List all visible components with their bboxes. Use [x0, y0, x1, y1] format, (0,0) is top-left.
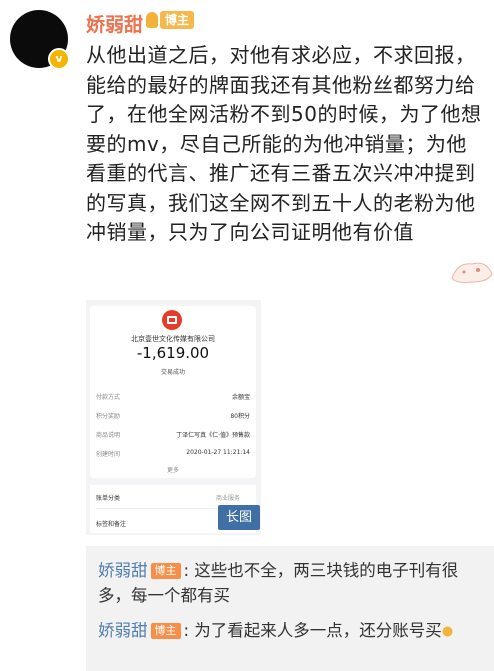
sticker-icon — [451, 262, 493, 283]
tags-label: 标签和备注 — [96, 521, 127, 528]
detail-label: 付款方式 — [96, 394, 121, 401]
blogger-badge: 博主 — [150, 563, 181, 579]
comment-username[interactable]: 娇弱甜 — [98, 621, 148, 640]
comment-item[interactable]: 娇弱甜 博主: 为了看起来人多一点，还分账号买● — [98, 618, 478, 644]
comment-text: : 为了看起来人多一点，还分账号买 — [183, 621, 442, 640]
detail-value: 80积分 — [230, 413, 250, 420]
blogger-badge: 博主 — [160, 11, 195, 29]
transaction-amount: -1,619.00 — [136, 344, 210, 362]
bill-category-value: 商业服务 — [215, 495, 240, 502]
comment-item[interactable]: 娇弱甜 博主: 这些也不全，两三块钱的电子刊有很多，每一个都有买 — [98, 558, 478, 608]
more-link[interactable]: 更多 — [90, 465, 256, 474]
lightbulb-icon: ● — [441, 624, 454, 639]
detail-row: 商品说明 丁泽仁写真《仁·值》预售款 — [96, 430, 250, 442]
transaction-status: 交易成功 — [160, 369, 185, 376]
detail-label: 商品说明 — [96, 432, 121, 439]
detail-value: 丁泽仁写真《仁·值》预售款 — [176, 432, 250, 439]
merchant-name: 北京壹世文化传媒有限公司 — [131, 335, 215, 343]
detail-label: 积分奖励 — [96, 413, 121, 420]
detail-row: 付款方式 余额宝 — [96, 392, 250, 404]
crown-icon — [146, 12, 158, 28]
merchant-icon — [162, 310, 182, 330]
comment-username[interactable]: 娇弱甜 — [98, 561, 148, 580]
post-text: 从他出道之后，对他有求必应，不求回报，能给的最好的牌面我还有其他粉丝都努力给了，… — [86, 43, 482, 244]
detail-row: 积分奖励 80积分 — [96, 411, 250, 423]
detail-label: 创建时间 — [96, 451, 121, 458]
blogger-badge: 博主 — [150, 623, 181, 639]
bill-category-row: 账单分类 商业服务 — [96, 493, 250, 502]
detail-value: 余额宝 — [231, 394, 250, 401]
post-username[interactable]: 娇弱甜 — [86, 10, 143, 37]
detail-value: 2020-01-27 11:21:14 — [186, 449, 250, 456]
bill-category-label: 账单分类 — [96, 495, 121, 502]
verified-icon: v — [48, 48, 70, 70]
detail-row: 创建时间 2020-01-27 11:21:14 — [96, 449, 250, 461]
long-image-badge: 长图 — [218, 505, 260, 530]
